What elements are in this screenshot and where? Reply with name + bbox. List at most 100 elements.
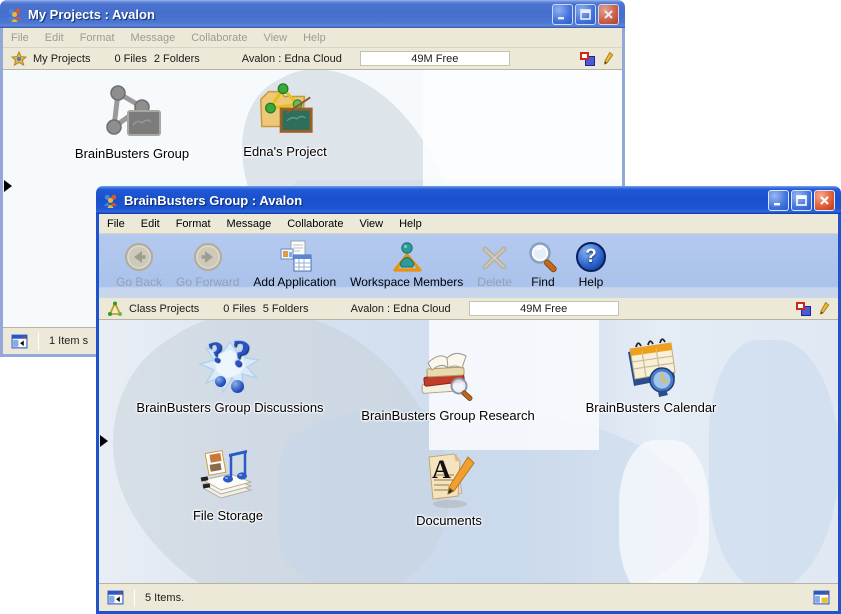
- menu-item-file[interactable]: File: [99, 215, 133, 233]
- add-application-icon: [278, 240, 312, 274]
- menu-item-view[interactable]: View: [255, 29, 295, 47]
- item-label: BrainBusters Group Research: [361, 408, 534, 423]
- go-back-button: Go Back: [109, 239, 169, 290]
- item-documents[interactable]: A Documents: [344, 449, 554, 528]
- window-icon: [102, 192, 119, 209]
- menu-item-collaborate[interactable]: Collaborate: [279, 215, 351, 233]
- workspace-members-button[interactable]: Workspace Members: [343, 239, 470, 290]
- watermark: [619, 440, 709, 583]
- menu-item-format[interactable]: Format: [72, 29, 123, 47]
- location-label: Class Projects: [129, 303, 199, 315]
- menu-item-message[interactable]: Message: [123, 29, 184, 47]
- menu-item-collaborate[interactable]: Collaborate: [183, 29, 255, 47]
- item-label: Edna's Project: [243, 144, 326, 159]
- item-file-storage[interactable]: File Storage: [123, 444, 333, 523]
- sidebar-expander[interactable]: [100, 435, 108, 447]
- free-space-indicator: 49M Free: [469, 301, 619, 316]
- screen: My Projects : Avalon File Edit Format Me…: [0, 0, 841, 614]
- delete-button: Delete: [470, 239, 519, 290]
- window-title: BrainBusters Group : Avalon: [124, 193, 302, 208]
- close-button[interactable]: [598, 4, 619, 25]
- sidebar-expander[interactable]: [4, 180, 12, 192]
- find-button[interactable]: Find: [519, 239, 567, 290]
- my-projects-icon: [11, 51, 27, 67]
- go-back-icon: [122, 240, 156, 274]
- calendar-icon: [618, 336, 684, 398]
- pencil-icon[interactable]: [818, 301, 830, 316]
- status-text: 1 Item s: [49, 335, 88, 347]
- item-ednas-project[interactable]: Edna's Project: [180, 80, 390, 159]
- dot: [231, 380, 244, 393]
- menu-item-edit[interactable]: Edit: [133, 215, 168, 233]
- research-icon: [415, 344, 481, 406]
- pencil-icon[interactable]: [602, 51, 614, 66]
- account-label: Avalon : Edna Cloud: [242, 53, 342, 65]
- panel-toggle-icon[interactable]: [11, 333, 28, 350]
- menu-item-help[interactable]: Help: [295, 29, 334, 47]
- delete-icon: [478, 240, 512, 274]
- minimize-button[interactable]: [768, 190, 789, 211]
- window-title: My Projects : Avalon: [28, 7, 155, 22]
- item-calendar[interactable]: BrainBusters Calendar: [546, 336, 756, 415]
- help-button[interactable]: ? Help: [567, 239, 615, 290]
- minimize-button[interactable]: [552, 4, 573, 25]
- window-brainbusters-group: BrainBusters Group : Avalon File Edit Fo…: [96, 186, 841, 614]
- project-folder-icon: [252, 80, 318, 142]
- free-space-indicator: 49M Free: [360, 51, 510, 66]
- find-icon: [526, 240, 560, 274]
- maximize-button[interactable]: [791, 190, 812, 211]
- toolbar: Go Back Go Forward: [99, 234, 838, 298]
- item-label: BrainBusters Calendar: [586, 400, 717, 415]
- info-bar: My Projects 0 Files 2 Folders Avalon : E…: [3, 48, 622, 70]
- item-label: Documents: [416, 513, 482, 528]
- menu-item-edit[interactable]: Edit: [37, 29, 72, 47]
- item-label: File Storage: [193, 508, 263, 523]
- item-label: BrainBusters Group: [75, 146, 189, 161]
- window-icon: [6, 6, 23, 23]
- folders-count: 2 Folders: [154, 53, 200, 65]
- account-label: Avalon : Edna Cloud: [351, 303, 451, 315]
- divider: [38, 332, 39, 350]
- maximize-button[interactable]: [575, 4, 596, 25]
- dot: [215, 376, 226, 387]
- menu-item-file[interactable]: File: [3, 29, 37, 47]
- documents-icon: A: [416, 449, 482, 511]
- status-bar: 5 Items.: [99, 583, 838, 611]
- add-application-button[interactable]: Add Application: [246, 239, 343, 290]
- go-forward-button: Go Forward: [169, 239, 246, 290]
- status-text: 5 Items.: [145, 592, 184, 604]
- item-label: BrainBusters Group Discussions: [136, 400, 323, 415]
- item-research[interactable]: BrainBusters Group Research: [343, 344, 553, 423]
- menu-bar: File Edit Format Message Collaborate Vie…: [99, 214, 838, 234]
- item-discussions[interactable]: ? ? BrainBusters Group Discussions: [125, 336, 335, 415]
- menu-bar: File Edit Format Message Collaborate Vie…: [3, 28, 622, 48]
- location-label: My Projects: [33, 53, 90, 65]
- overlap-squares-icon[interactable]: [580, 52, 595, 66]
- menu-item-message[interactable]: Message: [219, 215, 280, 233]
- titlebar[interactable]: My Projects : Avalon: [0, 0, 625, 28]
- letter-a-glyph: A: [432, 455, 451, 485]
- workspace-view: ? ? BrainBusters Group Discussions: [99, 320, 838, 583]
- files-count: 0 Files: [114, 53, 146, 65]
- divider: [134, 589, 135, 607]
- menu-item-help[interactable]: Help: [391, 215, 430, 233]
- folders-count: 5 Folders: [263, 303, 309, 315]
- discussions-icon: ? ?: [197, 336, 263, 398]
- question-glyph: ?: [585, 246, 597, 268]
- group-network-icon: [99, 82, 165, 144]
- info-bar: Class Projects 0 Files 5 Folders Avalon …: [99, 298, 838, 320]
- class-projects-icon: [107, 301, 123, 317]
- titlebar[interactable]: BrainBusters Group : Avalon: [96, 186, 841, 214]
- workspace-members-icon: [390, 240, 424, 274]
- help-icon: ?: [574, 240, 608, 274]
- files-count: 0 Files: [223, 303, 255, 315]
- overlap-squares-icon[interactable]: [796, 302, 811, 316]
- watermark: [423, 70, 622, 190]
- file-storage-icon: [195, 444, 261, 506]
- close-button[interactable]: [814, 190, 835, 211]
- menu-item-view[interactable]: View: [351, 215, 391, 233]
- menu-item-format[interactable]: Format: [168, 215, 219, 233]
- view-toggle-icon[interactable]: [813, 589, 830, 606]
- panel-toggle-icon[interactable]: [107, 589, 124, 606]
- go-forward-icon: [191, 240, 225, 274]
